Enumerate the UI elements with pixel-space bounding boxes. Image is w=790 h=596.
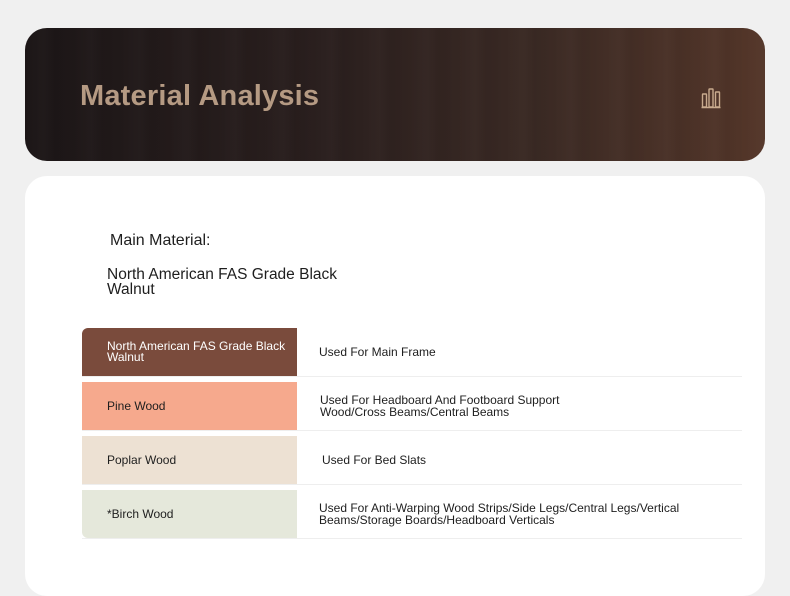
material-row: *Birch Wood Used For Anti-Warping Wood S… [82,490,742,539]
main-material-label: Main Material: [110,232,211,249]
page-title: Material Analysis [80,80,320,112]
materials-table: North American FAS Grade Black Walnut Us… [82,328,742,544]
material-use: Used For Anti-Warping Wood Strips/Side L… [319,500,680,527]
material-row: Pine Wood Used For Headboard And Footboa… [82,382,742,431]
material-row: Poplar Wood Used For Bed Slats [82,436,742,485]
material-card: Main Material: North American FAS Grade … [25,176,765,596]
material-name: Pine Wood [82,382,297,430]
material-name: *Birch Wood [82,490,297,538]
material-row: North American FAS Grade Black Walnut Us… [82,328,742,377]
material-name: North American FAS Grade Black Walnut [82,328,297,376]
header-banner: Material Analysis [25,28,765,161]
main-material-value: North American FAS Grade Black Walnut [107,266,338,298]
building-columns-icon [701,88,721,109]
material-use: Used For Bed Slats [322,452,427,467]
material-use: Used For Headboard And Footboard Support… [320,392,560,419]
material-use: Used For Main Frame [319,344,436,359]
material-name: Poplar Wood [82,436,297,484]
